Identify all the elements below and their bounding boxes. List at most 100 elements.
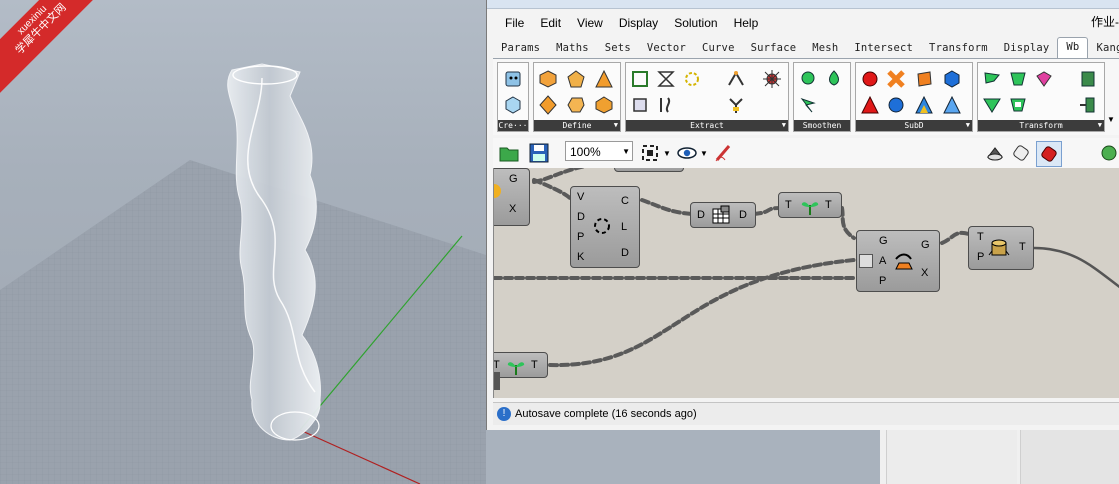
- transform-arrow-icon: [895, 253, 913, 270]
- subd-triangle-red-icon[interactable]: [860, 95, 880, 115]
- pyramid-icon[interactable]: [594, 69, 614, 89]
- remote-control-icon[interactable]: [1097, 141, 1119, 165]
- gem-pink-icon[interactable]: [1034, 69, 1054, 89]
- tab-sets[interactable]: Sets: [597, 39, 639, 58]
- zoom-extents-icon[interactable]: [638, 141, 662, 165]
- tab-wb[interactable]: Wb: [1057, 37, 1089, 58]
- subd-cross-icon[interactable]: [886, 69, 906, 89]
- menu-bar: File Edit View Display Solution Help: [497, 14, 766, 32]
- ribbon-scroll-arrow-icon[interactable]: ▼: [1107, 115, 1115, 124]
- chevron-down-icon[interactable]: ▼: [698, 141, 710, 165]
- component-node-tree[interactable]: T T: [778, 192, 842, 218]
- canvas-scroll-handle[interactable]: [494, 372, 500, 390]
- panel-join-icon[interactable]: [1078, 95, 1098, 115]
- expand-arrow-icon[interactable]: ▼: [782, 120, 786, 131]
- zoom-level-select[interactable]: 100% ▼: [565, 141, 633, 161]
- tab-mesh[interactable]: Mesh: [804, 39, 846, 58]
- star-node-icon[interactable]: [762, 69, 782, 89]
- face-box-icon[interactable]: [630, 95, 650, 115]
- input-pin: G: [509, 173, 518, 185]
- icosahedron-icon[interactable]: [594, 95, 614, 115]
- sketch-pen-icon[interactable]: [712, 141, 736, 165]
- group-label: Cre···: [498, 120, 528, 131]
- component-node-offscreen[interactable]: [614, 168, 684, 172]
- face-mesh-icon[interactable]: [503, 69, 523, 89]
- tab-params[interactable]: Params: [493, 39, 548, 58]
- edge-split-icon[interactable]: [726, 69, 746, 89]
- input-pin: T: [785, 199, 792, 211]
- grasshopper-canvas[interactable]: G X V D P K C L D D D T T G A P G X T P …: [493, 168, 1119, 398]
- component-node-vertex[interactable]: V D P K C L D: [570, 186, 640, 268]
- tree-stump-icon: [988, 239, 1010, 256]
- tab-surface[interactable]: Surface: [743, 39, 805, 58]
- subd-sphere-red-icon[interactable]: [860, 69, 880, 89]
- hex-mesh-icon[interactable]: [503, 95, 523, 115]
- input-pin: X: [509, 203, 517, 215]
- title-bar[interactable]: [487, 0, 1119, 9]
- tab-curve[interactable]: Curve: [694, 39, 743, 58]
- expand-arrow-icon[interactable]: ▼: [966, 120, 970, 131]
- component-node-tree[interactable]: T T: [494, 352, 548, 378]
- face-outline-icon[interactable]: [630, 69, 650, 89]
- group-label: Smoothen: [794, 120, 850, 131]
- subd-sphere-blue-icon[interactable]: [886, 95, 906, 115]
- smooth-drop-icon[interactable]: [824, 69, 844, 89]
- subd-hex-icon[interactable]: [942, 69, 962, 89]
- chevron-down-icon[interactable]: ▼: [622, 142, 630, 162]
- prism-icon[interactable]: [566, 95, 586, 115]
- tab-intersect[interactable]: Intersect: [846, 39, 921, 58]
- dodecahedron-icon[interactable]: [566, 69, 586, 89]
- menu-view[interactable]: View: [569, 14, 611, 32]
- menu-display[interactable]: Display: [611, 14, 666, 32]
- component-node-mesh[interactable]: D D: [690, 202, 756, 228]
- panel-split-icon[interactable]: [1078, 69, 1098, 89]
- group-label: Define ▼: [534, 120, 620, 131]
- menu-solution[interactable]: Solution: [666, 14, 725, 32]
- hourglass-icon[interactable]: [656, 69, 676, 89]
- expand-arrow-icon[interactable]: ▼: [614, 120, 618, 131]
- tab-display[interactable]: Display: [996, 39, 1058, 58]
- component-node-partial[interactable]: G X: [494, 168, 530, 226]
- vertex-ring-icon[interactable]: [682, 69, 702, 89]
- component-node-transform[interactable]: G A P G X: [856, 230, 940, 292]
- branch-icon[interactable]: [726, 95, 746, 115]
- param-dot-icon: [494, 184, 501, 198]
- subd-triangle-split-icon[interactable]: [914, 95, 934, 115]
- menu-edit[interactable]: Edit: [532, 14, 569, 32]
- component-node-stump[interactable]: T P T: [968, 226, 1034, 270]
- subd-triangle-blue-icon[interactable]: [942, 95, 962, 115]
- triangle-down-icon[interactable]: [982, 95, 1002, 115]
- preview-eye-icon[interactable]: [675, 141, 699, 165]
- tab-transform[interactable]: Transform: [921, 39, 996, 58]
- ribbon-group-extract: Extract ▼: [625, 62, 789, 132]
- ribbon-group-create: Cre···: [497, 62, 529, 132]
- subd-catmull-icon[interactable]: [914, 69, 934, 89]
- octahedron-icon[interactable]: [538, 95, 558, 115]
- frame-green-icon[interactable]: [1008, 69, 1028, 89]
- menu-help[interactable]: Help: [726, 14, 767, 32]
- smooth-blob-icon[interactable]: [798, 69, 818, 89]
- tab-kangaroo[interactable]: Kangaroo: [1088, 39, 1119, 58]
- save-file-icon[interactable]: [527, 141, 551, 165]
- ribbon-group-transform: Transform ▼: [977, 62, 1105, 132]
- group-label-text: Extract: [690, 121, 724, 130]
- sprout-icon: [801, 202, 819, 215]
- smooth-shard-icon[interactable]: [798, 95, 818, 115]
- rhino-viewport[interactable]: xuexiniu 学犀牛中文网: [0, 0, 486, 484]
- preview-shaded-icon[interactable]: [1009, 141, 1033, 165]
- expand-arrow-icon[interactable]: ▼: [1098, 120, 1102, 131]
- tab-maths[interactable]: Maths: [548, 39, 597, 58]
- preview-selected-icon[interactable]: [1036, 141, 1062, 167]
- chevron-down-icon[interactable]: ▼: [661, 141, 673, 165]
- info-icon[interactable]: !: [497, 407, 511, 421]
- tab-vector[interactable]: Vector: [639, 39, 694, 58]
- output-pin: D: [621, 247, 629, 259]
- cup-icon[interactable]: [1008, 95, 1028, 115]
- menu-file[interactable]: File: [497, 14, 532, 32]
- open-file-icon[interactable]: [497, 141, 521, 165]
- cube-orange-icon[interactable]: [538, 69, 558, 89]
- ribbon-group-subd: SubD ▼: [855, 62, 973, 132]
- preview-wire-icon[interactable]: [983, 141, 1007, 165]
- flag-icon[interactable]: [982, 69, 1002, 89]
- edge-pair-icon[interactable]: [656, 95, 676, 115]
